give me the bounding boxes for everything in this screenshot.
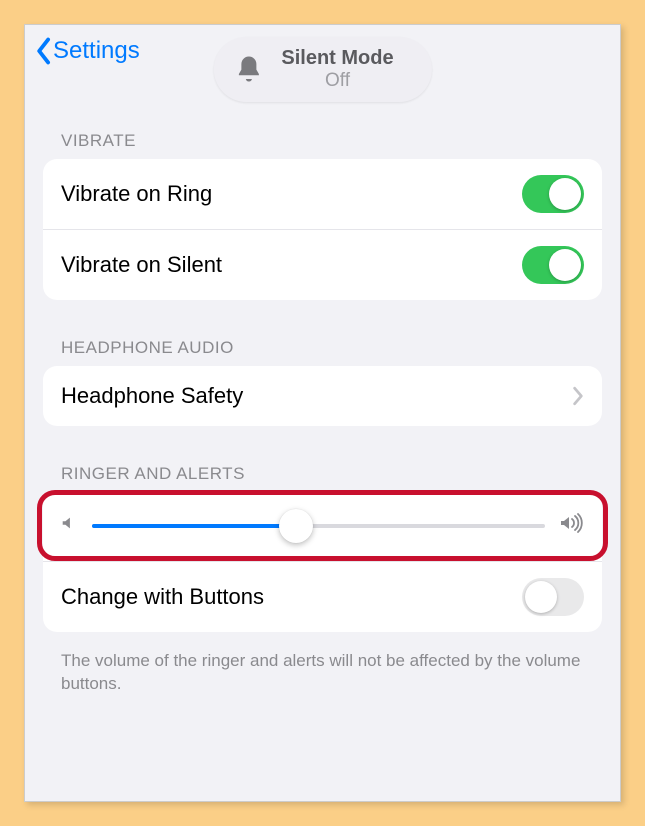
- toggle-change-with-buttons[interactable]: [522, 578, 584, 616]
- nav-bar: Settings Silent Mode Off: [25, 25, 620, 71]
- toggle-knob: [525, 581, 557, 613]
- row-vibrate-on-silent[interactable]: Vibrate on Silent: [43, 229, 602, 300]
- toggle-vibrate-on-silent[interactable]: [522, 246, 584, 284]
- row-label: Vibrate on Ring: [61, 181, 212, 207]
- banner-title: Silent Mode: [281, 47, 393, 70]
- volume-slider-row: [48, 499, 597, 552]
- banner-state: Off: [281, 70, 393, 92]
- back-button[interactable]: Settings: [35, 37, 140, 65]
- toggle-vibrate-on-ring[interactable]: [522, 175, 584, 213]
- headphone-group: Headphone Safety: [43, 366, 602, 426]
- row-vibrate-on-ring[interactable]: Vibrate on Ring: [43, 159, 602, 229]
- speaker-low-icon: [60, 514, 78, 537]
- slider-thumb[interactable]: [279, 509, 313, 543]
- banner-text: Silent Mode Off: [281, 47, 393, 92]
- row-label: Vibrate on Silent: [61, 252, 222, 278]
- row-headphone-safety[interactable]: Headphone Safety: [43, 366, 602, 426]
- slider-fill: [92, 524, 296, 528]
- volume-slider[interactable]: [92, 524, 545, 528]
- ringer-footnote: The volume of the ringer and alerts will…: [43, 642, 602, 696]
- vibrate-group: Vibrate on Ring Vibrate on Silent: [43, 159, 602, 300]
- row-label: Headphone Safety: [61, 383, 243, 409]
- back-label: Settings: [53, 37, 140, 65]
- row-change-with-buttons[interactable]: Change with Buttons: [43, 561, 602, 632]
- chevron-left-icon: [35, 37, 51, 65]
- speaker-high-icon: [559, 513, 585, 538]
- row-label: Change with Buttons: [61, 584, 264, 610]
- settings-screen: Settings Silent Mode Off VIBRATE Vibrate…: [24, 24, 621, 802]
- section-header-vibrate: VIBRATE: [43, 131, 602, 159]
- chevron-right-icon: [572, 386, 584, 406]
- silent-mode-banner: Silent Mode Off: [213, 37, 431, 102]
- toggle-knob: [549, 249, 581, 281]
- section-header-ringer: RINGER AND ALERTS: [43, 464, 602, 492]
- content: VIBRATE Vibrate on Ring Vibrate on Silen…: [25, 71, 620, 696]
- toggle-knob: [549, 178, 581, 210]
- bell-icon: [233, 54, 263, 84]
- section-header-headphone: HEADPHONE AUDIO: [43, 338, 602, 366]
- ringer-group: Change with Buttons: [43, 492, 602, 632]
- highlighted-slider-row: [37, 490, 608, 561]
